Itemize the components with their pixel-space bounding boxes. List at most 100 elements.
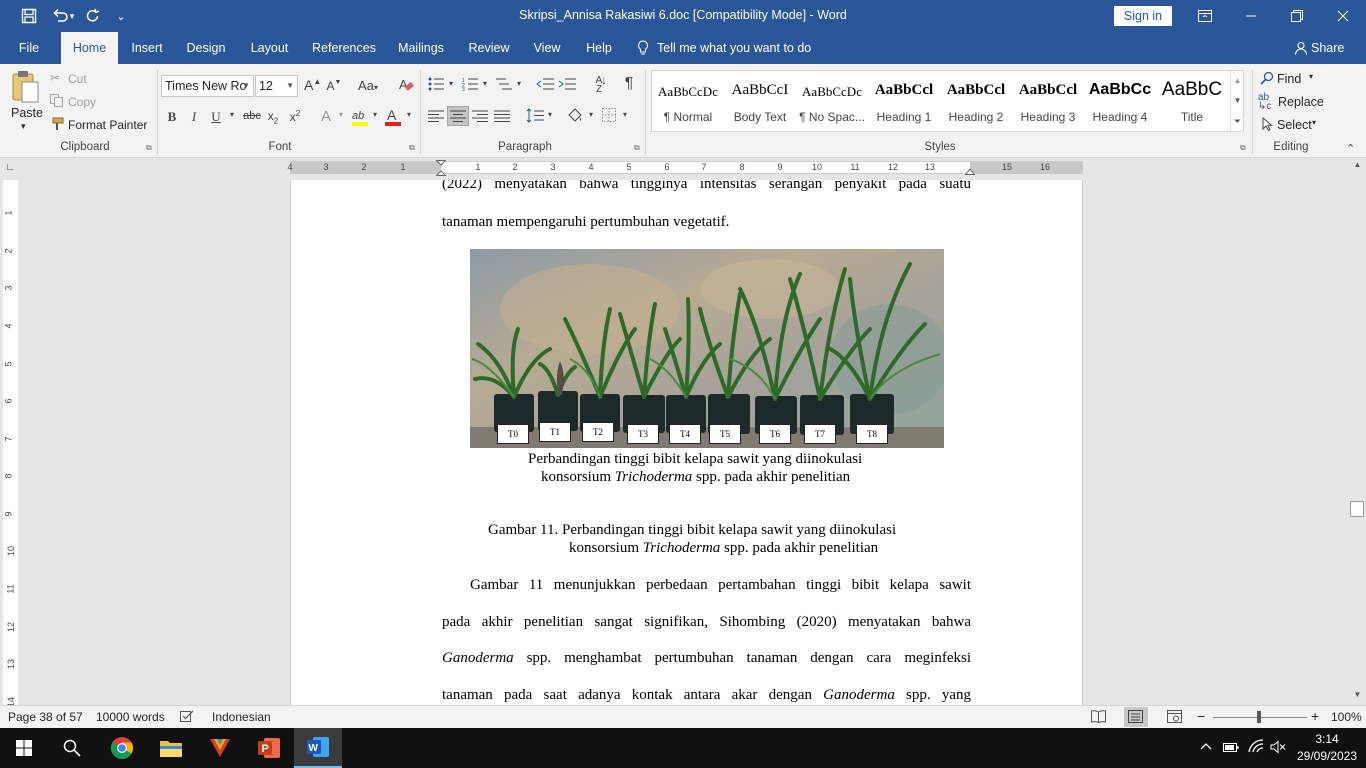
web-layout-icon[interactable] bbox=[1167, 710, 1182, 726]
underline-button[interactable]: U bbox=[209, 109, 223, 125]
show-formatting-marks-icon[interactable]: ¶ bbox=[621, 75, 637, 93]
scroll-up-icon[interactable]: ▲ bbox=[1349, 160, 1366, 169]
volume-muted-icon[interactable] bbox=[1270, 740, 1286, 757]
scroll-down-icon[interactable]: ▼ bbox=[1349, 690, 1366, 699]
font-launcher-icon[interactable]: ⧉ bbox=[409, 143, 415, 153]
zoom-in-icon[interactable]: + bbox=[1311, 708, 1319, 724]
paste-icon[interactable] bbox=[10, 70, 40, 104]
tab-references[interactable]: References bbox=[308, 32, 380, 64]
windows-start-icon[interactable] bbox=[0, 728, 48, 768]
show-hidden-icons-icon[interactable] bbox=[1200, 740, 1212, 754]
file-explorer-icon[interactable] bbox=[147, 728, 195, 768]
zoom-slider-thumb[interactable] bbox=[1257, 711, 1261, 723]
shrink-font-icon[interactable]: A▼ bbox=[326, 79, 342, 93]
style-heading-2[interactable]: AaBbCcl Heading 2 bbox=[940, 71, 1012, 131]
highlight-color-icon[interactable]: ab bbox=[351, 107, 369, 127]
tab-selector-icon[interactable]: ∟ bbox=[4, 162, 16, 174]
word-icon[interactable]: W bbox=[294, 728, 342, 768]
font-name-combo[interactable]: Times New Ro ▼ bbox=[161, 75, 254, 97]
tab-mailings[interactable]: Mailings bbox=[391, 32, 451, 64]
styles-launcher-icon[interactable]: ⧉ bbox=[1240, 143, 1246, 153]
read-mode-icon[interactable] bbox=[1091, 710, 1106, 726]
bullets-dropdown-icon[interactable]: ▾ bbox=[446, 79, 456, 88]
style-title[interactable]: AaBbC Title bbox=[1156, 71, 1228, 131]
style-normal[interactable]: AaBbCcDc ¶ Normal bbox=[652, 71, 724, 131]
multilevel-list-icon[interactable] bbox=[496, 77, 512, 94]
subscript-button[interactable]: x2 bbox=[265, 109, 281, 125]
bold-button[interactable]: B bbox=[165, 109, 179, 125]
clipboard-launcher-icon[interactable]: ⧉ bbox=[146, 143, 152, 153]
find-button[interactable]: Find bbox=[1277, 72, 1301, 86]
align-left-icon[interactable] bbox=[428, 110, 444, 125]
battery-icon[interactable] bbox=[1223, 741, 1239, 756]
font-size-combo[interactable]: 12 ▼ bbox=[255, 75, 298, 97]
grow-font-icon[interactable]: A▲ bbox=[304, 77, 321, 93]
tab-layout[interactable]: Layout bbox=[243, 32, 296, 64]
tab-view[interactable]: View bbox=[527, 32, 567, 64]
strikethrough-button[interactable]: abc bbox=[242, 110, 262, 122]
search-icon[interactable] bbox=[48, 728, 96, 768]
word-count[interactable]: 10000 words bbox=[96, 710, 165, 724]
document-page[interactable]: (2022) menyatakan bahwa tingginya intens… bbox=[290, 180, 1083, 705]
style-heading-1[interactable]: AaBbCcl Heading 1 bbox=[868, 71, 940, 131]
sign-in-button[interactable]: Sign in bbox=[1114, 6, 1172, 26]
line-spacing-dropdown-icon[interactable]: ▾ bbox=[545, 110, 555, 119]
sort-icon[interactable]: A Z ↓ bbox=[590, 74, 608, 95]
underline-dropdown-icon[interactable]: ▾ bbox=[227, 110, 237, 119]
multilevel-dropdown-icon[interactable]: ▾ bbox=[514, 79, 524, 88]
paste-dropdown-icon[interactable]: ▾ bbox=[21, 121, 26, 132]
powerpoint-icon[interactable]: P bbox=[245, 728, 293, 768]
change-case-icon[interactable]: Aa▾ bbox=[354, 78, 382, 93]
shading-dropdown-icon[interactable]: ▾ bbox=[586, 110, 596, 119]
italic-button[interactable]: I bbox=[187, 109, 201, 125]
numbering-icon[interactable]: 123 bbox=[462, 77, 478, 94]
seedlings-photo[interactable]: T0 T1 T2 T3 T4 T5 T6 T7 T8 bbox=[470, 249, 944, 448]
styles-more-icon[interactable]: ⏷ bbox=[1231, 111, 1244, 131]
chevron-up-icon[interactable]: ▲ bbox=[1231, 71, 1244, 91]
line-spacing-icon[interactable] bbox=[526, 108, 544, 126]
restore-button[interactable] bbox=[1274, 0, 1320, 32]
align-center-button[interactable] bbox=[447, 106, 469, 126]
tab-help[interactable]: Help bbox=[579, 32, 619, 64]
select-button[interactable]: Select bbox=[1277, 118, 1312, 132]
bullets-icon[interactable] bbox=[428, 77, 444, 94]
chrome-icon[interactable] bbox=[98, 728, 146, 768]
tab-design[interactable]: Design bbox=[181, 32, 231, 64]
style-body-text[interactable]: AaBbCcI Body Text bbox=[724, 71, 796, 131]
horizontal-ruler[interactable]: 4 3 2 1 1 2 3 4 5 6 7 8 9 10 11 12 13 15 16 bbox=[287, 160, 1083, 176]
superscript-button[interactable]: x2 bbox=[287, 109, 303, 124]
vertical-ruler[interactable]: 1 2 3 4 5 6 7 8 9 10 11 12 13 14 bbox=[3, 180, 18, 707]
minimize-button[interactable] bbox=[1228, 0, 1274, 32]
increase-indent-icon[interactable] bbox=[558, 77, 576, 94]
share-button[interactable]: Share bbox=[1311, 32, 1347, 64]
first-line-indent-marker[interactable] bbox=[435, 160, 447, 179]
borders-icon[interactable] bbox=[602, 108, 616, 125]
numbering-dropdown-icon[interactable]: ▾ bbox=[480, 79, 490, 88]
cut-button[interactable]: Cut bbox=[68, 72, 87, 86]
style-heading-3[interactable]: AaBbCcl Heading 3 bbox=[1012, 71, 1084, 131]
app-icon[interactable] bbox=[196, 728, 244, 768]
tell-me-search[interactable]: Tell me what you want to do bbox=[657, 32, 817, 64]
style-no-spacing[interactable]: AaBbCcDc ¶ No Spac... bbox=[796, 71, 868, 131]
tab-insert[interactable]: Insert bbox=[124, 32, 170, 64]
borders-dropdown-icon[interactable]: ▾ bbox=[620, 110, 630, 119]
language-indicator[interactable]: Indonesian bbox=[212, 710, 271, 724]
paragraph-launcher-icon[interactable]: ⧉ bbox=[634, 143, 640, 153]
justify-icon[interactable] bbox=[494, 110, 510, 125]
vertical-scrollbar[interactable]: ▲ ▼ bbox=[1349, 158, 1366, 705]
wifi-icon[interactable] bbox=[1248, 739, 1264, 756]
text-effects-dropdown-icon[interactable]: ▾ bbox=[336, 110, 346, 119]
align-right-icon[interactable] bbox=[472, 110, 488, 125]
print-layout-icon[interactable] bbox=[1124, 707, 1148, 727]
tab-home[interactable]: Home bbox=[61, 32, 118, 64]
zoom-level[interactable]: 100% bbox=[1331, 710, 1362, 724]
select-dropdown-icon[interactable]: ▾ bbox=[1312, 118, 1316, 127]
decrease-indent-icon[interactable] bbox=[536, 77, 554, 94]
close-button[interactable] bbox=[1320, 0, 1366, 32]
style-heading-4[interactable]: AaBbCc Heading 4 bbox=[1084, 71, 1156, 131]
replace-button[interactable]: Replace bbox=[1278, 95, 1324, 109]
clock-time[interactable]: 3:14 bbox=[1296, 732, 1358, 746]
collapse-ribbon-icon[interactable]: ⌃ bbox=[1346, 142, 1355, 155]
page-count[interactable]: Page 38 of 57 bbox=[8, 710, 83, 724]
highlight-dropdown-icon[interactable]: ▾ bbox=[370, 110, 380, 119]
